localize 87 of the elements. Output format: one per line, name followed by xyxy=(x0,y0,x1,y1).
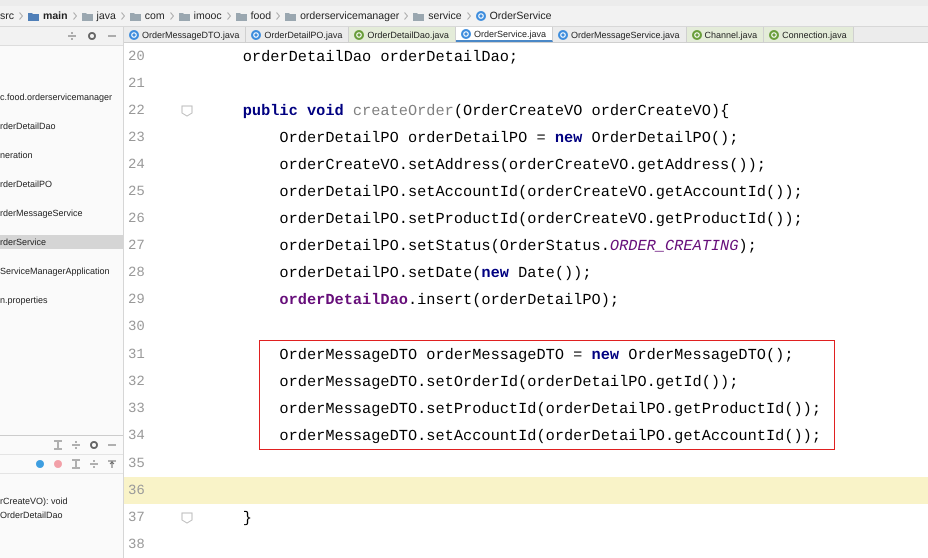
structure-item[interactable]: OrderDetailDao xyxy=(0,508,123,522)
line-number: 36 xyxy=(127,482,146,498)
code-line: orderDetailPO.setDate(new Date()); xyxy=(278,264,592,282)
chevron-icon xyxy=(170,12,174,20)
class-icon xyxy=(251,30,262,40)
structure-item[interactable]: rCreateVO): void xyxy=(0,494,123,508)
class-icon xyxy=(558,30,568,40)
line-number: 37 xyxy=(127,510,146,526)
class-icon xyxy=(129,30,139,40)
tree-item[interactable]: neration xyxy=(0,148,123,162)
breadcrumb-item[interactable]: food xyxy=(250,10,272,22)
line-number: 26 xyxy=(127,210,146,226)
breadcrumb-item[interactable]: imooc xyxy=(194,10,222,22)
folder-icon xyxy=(413,12,424,20)
line-number: 33 xyxy=(127,400,146,416)
breadcrumb-item[interactable]: OrderService xyxy=(490,10,552,22)
file-tab[interactable]: OrderService.java xyxy=(456,27,553,42)
code-line: orderDetailPO.setStatus(OrderStatus.ORDER_CREATING); xyxy=(278,236,757,254)
breadcrumb-item[interactable]: orderservicemanager xyxy=(300,10,400,22)
file-tab[interactable]: Connection.java xyxy=(764,27,854,42)
code-line: OrderMessageDTO orderMessageDTO = new OrderMessageDTO(); xyxy=(278,346,794,364)
code-line: orderMessageDTO.setProductId(orderDetailPO.getProductId()); xyxy=(278,400,822,418)
expand-icon[interactable] xyxy=(71,459,81,469)
settings-icon[interactable] xyxy=(89,440,99,450)
interface-icon xyxy=(692,30,702,40)
chevron-icon xyxy=(226,12,231,20)
line-number: 27 xyxy=(127,238,146,254)
tree-item[interactable]: c.food.orderservicemanager xyxy=(0,90,123,104)
file-tab[interactable]: Channel.java xyxy=(686,27,764,42)
tree-item[interactable]: rderDetailPO xyxy=(0,177,123,191)
line-number: 32 xyxy=(127,374,146,390)
collapse-icon[interactable] xyxy=(67,31,77,41)
breadcrumb-item[interactable]: main xyxy=(43,10,68,22)
line-number: 24 xyxy=(127,156,146,172)
collapse-icon[interactable] xyxy=(71,440,81,450)
line-number: 22 xyxy=(127,102,146,118)
tree-item[interactable]: rderMessageService xyxy=(0,206,123,220)
code-line: orderMessageDTO.setOrderId(orderDetailPO.getId()); xyxy=(278,372,738,390)
tree-item[interactable]: rderService xyxy=(0,235,123,249)
tree-item[interactable]: rderDetailDao xyxy=(0,119,123,133)
breadcrumb-item[interactable]: src xyxy=(0,10,14,22)
line-number: 35 xyxy=(127,456,146,472)
interface-icon xyxy=(769,30,780,40)
chevron-icon xyxy=(466,12,471,20)
folder-icon xyxy=(285,12,296,20)
line-number: 30 xyxy=(127,318,146,334)
collapse-icon[interactable] xyxy=(89,459,99,469)
chevron-icon xyxy=(120,12,125,20)
breadcrumb-item[interactable]: service xyxy=(428,10,462,22)
code-line: orderDetailPO.setAccountId(orderCreateVO.getAccountId()); xyxy=(278,182,803,200)
line-number: 31 xyxy=(127,346,146,362)
chevron-icon xyxy=(72,12,77,20)
code-line: orderDetailPO.setProductId(orderCreateVO.getProductId()); xyxy=(278,210,803,228)
chevron-icon xyxy=(19,12,23,20)
folder-icon xyxy=(178,12,190,20)
tree-item[interactable]: n.properties xyxy=(0,293,123,307)
code-line: } xyxy=(242,508,252,526)
code-line: OrderDetailPO orderDetailPO = new OrderDetailPO(); xyxy=(278,128,738,146)
code-line: orderMessageDTO.setAccountId(orderDetailPO.getAccountId()); xyxy=(278,426,822,444)
line-number: 34 xyxy=(127,428,146,444)
folder-icon xyxy=(28,12,39,20)
line-number: 38 xyxy=(127,536,146,552)
tree-item[interactable]: ServiceManagerApplication xyxy=(0,264,123,278)
circle-icon[interactable] xyxy=(35,459,45,469)
folder-icon xyxy=(130,12,141,20)
line-number: 28 xyxy=(127,264,146,280)
line-number: 29 xyxy=(127,292,146,308)
chevron-icon xyxy=(276,12,280,20)
folder-icon xyxy=(82,12,93,20)
class-icon xyxy=(476,11,486,21)
code-line: public void createOrder(OrderCreateVO orderCreateVO){ xyxy=(242,102,730,120)
folder-icon xyxy=(236,12,247,20)
breadcrumb-item[interactable]: java xyxy=(96,10,116,22)
class-icon xyxy=(460,28,471,38)
chevron-icon xyxy=(404,12,408,20)
interface-icon xyxy=(354,30,364,40)
expand-icon[interactable] xyxy=(53,440,63,450)
line-number: 25 xyxy=(127,184,146,200)
code-line: orderCreateVO.setAddress(orderCreateVO.getAddress()); xyxy=(278,156,766,174)
file-tab[interactable]: OrderDetailDao.java xyxy=(349,27,456,42)
code-line: orderDetailDao orderDetailDao; xyxy=(242,48,518,66)
code-line: orderDetailDao.insert(orderDetailPO); xyxy=(278,290,620,308)
breadcrumb-item[interactable]: com xyxy=(144,10,165,22)
settings-icon[interactable] xyxy=(87,31,97,41)
line-number: 21 xyxy=(127,76,146,92)
line-number: 20 xyxy=(127,48,146,64)
line-number: 23 xyxy=(127,130,146,146)
